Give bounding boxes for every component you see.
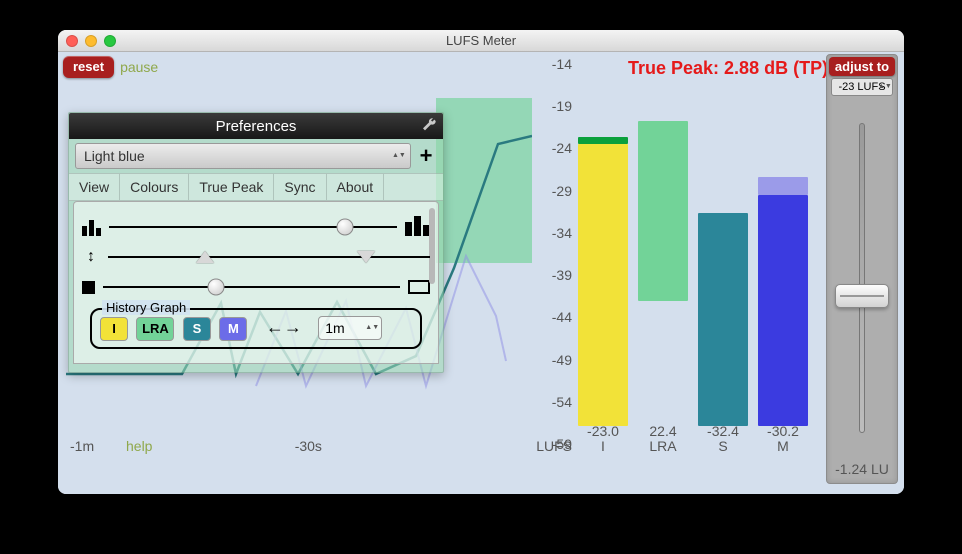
time-start: -1m [70, 438, 94, 454]
bar-M-label: -30.2M [754, 424, 812, 454]
wide-icon [408, 280, 430, 294]
toggle-S[interactable]: S [183, 317, 211, 341]
duration-select[interactable]: 1m ▲▼ [318, 316, 382, 340]
bar-I-cap [578, 137, 628, 144]
bar-I-label: -23.0I [574, 424, 632, 454]
bar-M-fill [758, 195, 808, 426]
axis-tick: -34 [552, 225, 572, 241]
axis-tick: -39 [552, 267, 572, 283]
bar-I-fill [578, 144, 628, 426]
preferences-panel: Preferences Light blue ▲▼ + ViewColoursT… [68, 112, 444, 373]
theme-value: Light blue [84, 148, 145, 164]
time-axis: -1m help -30s [66, 438, 532, 454]
bar-size-row [82, 212, 430, 242]
toggle-M[interactable]: M [219, 317, 247, 341]
target-lufs-stepper[interactable]: -23 LUFS ▲▼ [831, 78, 893, 96]
add-preset-button[interactable]: + [415, 145, 437, 167]
large-bars-icon [405, 218, 430, 236]
vertical-arrows-icon: ↕ [82, 248, 100, 266]
toggle-I[interactable]: I [100, 317, 128, 341]
scrollbar[interactable] [429, 208, 435, 284]
meter-bars: -23.0I 22.4LRA -32.4S -30.2M [578, 60, 812, 454]
history-legend: History Graph [102, 300, 190, 315]
range-row: ↕ [82, 242, 430, 272]
width-slider[interactable] [103, 286, 400, 288]
width-row [82, 272, 430, 302]
tab-view[interactable]: View [69, 174, 120, 200]
axis-tick: -14 [552, 56, 572, 72]
bar-M-peak [758, 177, 808, 195]
history-graph-group: History Graph I LRA S M 1m ▲▼ [90, 308, 422, 349]
wrench-icon [421, 117, 437, 133]
bar-LRA-label: 22.4LRA [634, 424, 692, 454]
window-title: LUFS Meter [58, 33, 904, 48]
axis-tick: -29 [552, 183, 572, 199]
adjust-to-button[interactable]: adjust to [829, 57, 895, 76]
theme-select[interactable]: Light blue ▲▼ [75, 143, 411, 169]
content-area: reset pause True Peak: 2.88 dB (TP) adju… [58, 52, 904, 494]
gain-slider-thumb[interactable] [835, 284, 889, 308]
preferences-title: Preferences [216, 118, 297, 135]
bar-S-fill [698, 213, 748, 426]
tab-colours[interactable]: Colours [120, 174, 189, 200]
time-mid: -30s [295, 438, 322, 454]
theme-row: Light blue ▲▼ + [69, 139, 443, 173]
horizontal-arrows-icon [266, 317, 302, 338]
axis-tick: -19 [552, 98, 572, 114]
bar-size-slider[interactable] [109, 226, 397, 228]
gain-slider[interactable] [859, 123, 865, 433]
axis-tick: -54 [552, 394, 572, 410]
titlebar: LUFS Meter [58, 30, 904, 52]
tab-true-peak[interactable]: True Peak [189, 174, 274, 200]
toggle-LRA[interactable]: LRA [136, 317, 174, 341]
view-sliders: ↕ History Graph I LRA S M [73, 201, 439, 364]
preferences-header[interactable]: Preferences [69, 113, 443, 139]
axis-unit: LUFS [526, 438, 572, 494]
axis-tick: -49 [552, 352, 572, 368]
lufs-axis: -14-19-24-29-34-39-44-49-54-59 [526, 56, 572, 454]
small-bars-icon [82, 218, 101, 236]
prefs-tabs: ViewColoursTrue PeakSyncAbout [69, 173, 443, 201]
axis-tick: -24 [552, 140, 572, 156]
dropdown-arrows-icon: ▲▼ [365, 317, 377, 339]
bar-S-label: -32.4S [694, 424, 752, 454]
axis-tick: -44 [552, 309, 572, 325]
bar-LRA-fill [638, 121, 688, 301]
tab-sync[interactable]: Sync [274, 174, 326, 200]
tab-about[interactable]: About [327, 174, 385, 200]
dropdown-arrows-icon: ▲▼ [392, 144, 404, 168]
app-window: LUFS Meter reset pause True Peak: 2.88 d… [58, 30, 904, 494]
narrow-icon [82, 281, 95, 294]
gain-readout: -1.24 LU [827, 461, 897, 477]
help-link[interactable]: help [126, 438, 152, 454]
range-slider[interactable] [108, 256, 430, 258]
stepper-arrows-icon: ▲▼ [878, 79, 890, 95]
adjust-panel: adjust to -23 LUFS ▲▼ -1.24 LU [826, 54, 898, 484]
duration-value: 1m [325, 320, 344, 336]
